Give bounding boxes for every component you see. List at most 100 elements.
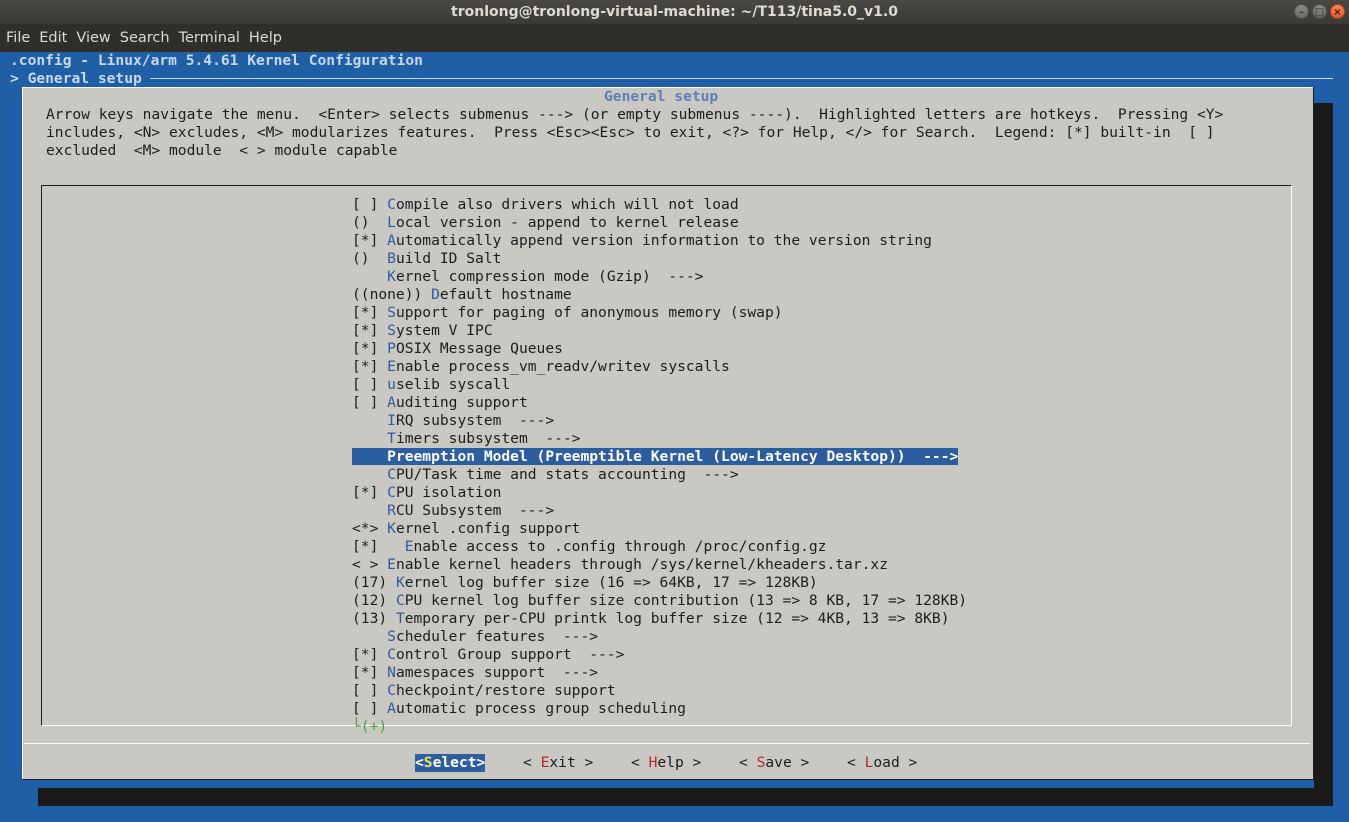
menu-item-label: ompile also drivers which will not load [395,196,739,213]
menu-item-label: ernel compression mode (Gzip) ---> [395,268,704,285]
select-button[interactable]: <Select> [415,754,486,772]
menu-item[interactable]: [*] POSIX Message Queues [352,340,563,358]
exit-button[interactable]: < Exit > [523,754,593,772]
menu-search[interactable]: Search [117,30,173,46]
menu-item-label: uditing support [395,394,528,411]
menu-item-text: Scheduler features ---> [387,628,598,645]
menu-item-text: Namespaces support ---> [387,664,598,681]
menu-item[interactable]: (12) CPU kernel log buffer size contribu… [352,592,967,610]
menu-item-text: System V IPC [387,322,492,339]
menu-terminal[interactable]: Terminal [176,30,243,46]
menu-item-hotkey: K [395,574,405,591]
menu-item-hotkey: T [395,610,405,627]
menu-item-label: selib syscall [395,376,511,393]
menu-item-label: ontrol Group support ---> [395,646,625,663]
menu-help[interactable]: Help [246,30,285,46]
menu-item-label: ocal version - append to kernel release [395,214,739,231]
menu-item[interactable]: Preemption Model (Preemptible Kernel (Lo… [352,448,959,466]
menu-item-hotkey: u [387,376,396,393]
menu-item-label: emporary per-CPU printk log buffer size … [404,610,950,627]
menu-item[interactable]: ((none)) Default hostname [352,286,572,304]
menu-item-label: reemption Model (Preemptible Kernel (Low… [395,448,959,465]
dialog-shadow-bottom [38,788,1333,806]
menu-item-hotkey: C [387,646,396,663]
more-items-indicator: └(+) [352,718,388,735]
menu-item[interactable]: (13) Temporary per-CPU printk log buffer… [352,610,949,628]
menu-item-label: uild ID Salt [395,250,502,267]
dialog-border-right [1313,87,1314,780]
save-button[interactable]: < Save > [739,754,809,772]
menu-item[interactable]: [*] CPU isolation [352,484,501,502]
help-line-1: Arrow keys navigate the menu. <Enter> se… [46,106,1224,123]
menu-item[interactable]: IRQ subsystem ---> [352,412,554,430]
menu-item-hotkey: D [431,286,440,303]
menu-item[interactable]: [*] Enable access to .config through /pr… [352,538,826,556]
menu-item[interactable]: [ ] Auditing support [352,394,528,412]
menu-item-highlight: Preemption Model (Preemptible Kernel (Lo… [387,448,959,465]
menu-item-text: Enable process_vm_readv/writev syscalls [387,358,730,375]
menu-item[interactable]: [*] Enable process_vm_readv/writev sysca… [352,358,730,376]
menu-item[interactable]: [ ] uselib syscall [352,376,510,394]
menu-item-text: Automatically append version information… [387,232,932,249]
menu-item-prefix: ((none)) [352,286,432,303]
menu-item[interactable]: Kernel compression mode (Gzip) ---> [352,268,703,286]
menu-item-prefix: [*] [352,646,388,663]
menu-item[interactable]: [*] Support for paging of anonymous memo… [352,304,783,322]
help-line-2: includes, <N> excludes, <M> modularizes … [46,124,1215,141]
menu-item-prefix: (12) [352,592,396,609]
menu-item-text: Enable kernel headers through /sys/kerne… [387,556,888,573]
window-title: tronlong@tronlong-virtual-machine: ~/T11… [451,4,898,20]
menu-item-hotkey: N [387,664,396,681]
menu-edit[interactable]: Edit [36,30,70,46]
menu-item-hotkey: S [387,322,396,339]
menu-item-label: nable access to .config through /proc/co… [413,538,827,555]
close-button[interactable]: × [1330,4,1345,19]
menu-item[interactable]: [*] System V IPC [352,322,493,340]
menu-item-text: Temporary per-CPU printk log buffer size… [396,610,950,627]
menu-item[interactable]: [*] Control Group support ---> [352,646,624,664]
select-button-hotkey: S [423,754,433,771]
menu-item-label: RQ subsystem ---> [395,412,555,429]
menu-item-text: POSIX Message Queues [387,340,563,357]
menu-item-text: CPU kernel log buffer size contribution … [396,592,967,609]
select-button-pre: < [415,754,424,771]
menu-item-label: ernel log buffer size (16 => 64KB, 17 =>… [404,574,818,591]
menu-item[interactable]: RCU Subsystem ---> [352,502,554,520]
menu-item[interactable]: Scheduler features ---> [352,628,598,646]
menu-item-prefix: [*] [352,664,388,681]
menu-file[interactable]: File [3,30,33,46]
menu-item-text: Kernel log buffer size (16 => 64KB, 17 =… [396,574,818,591]
menu-item[interactable]: [*] Automatically append version informa… [352,232,932,250]
menu-item-hotkey: R [387,502,396,519]
menu-item-hotkey: C [387,682,396,699]
help-button[interactable]: < Help > [631,754,701,772]
menu-item-text: Kernel compression mode (Gzip) ---> [387,268,703,285]
header-rule [150,78,1333,79]
menu-item-label: ernel .config support [395,520,581,537]
minimize-button[interactable]: – [1294,4,1309,19]
window-titlebar: tronlong@tronlong-virtual-machine: ~/T11… [0,0,1349,24]
menu-item[interactable]: () Local version - append to kernel rele… [352,214,739,232]
menu-item[interactable]: <*> Kernel .config support [352,520,580,538]
menu-item-prefix: [*] [352,358,388,375]
load-button[interactable]: < Load > [847,754,917,772]
menu-item-text: Automatic process group scheduling [387,700,686,717]
menu-item-prefix: [*] [352,484,388,501]
menu-view[interactable]: View [73,30,113,46]
menu-item-prefix: [*] [352,322,388,339]
menu-item[interactable]: (17) Kernel log buffer size (16 => 64KB,… [352,574,818,592]
menu-item[interactable]: [ ] Automatic process group scheduling [352,700,686,718]
maximize-button[interactable]: □ [1312,4,1327,19]
menu-item[interactable]: Timers subsystem ---> [352,430,580,448]
menu-item-hotkey: E [404,538,414,555]
menu-item-label: imers subsystem ---> [395,430,581,447]
menu-item[interactable]: () Build ID Salt [352,250,501,268]
menu-item[interactable]: [ ] Compile also drivers which will not … [352,196,739,214]
menu-item[interactable]: CPU/Task time and stats accounting ---> [352,466,738,484]
dialog-title: General setup [600,88,723,106]
menu-item-text: Local version - append to kernel release [387,214,738,231]
menu-item[interactable]: [ ] Checkpoint/restore support [352,682,616,700]
menu-item-hotkey: S [387,628,396,645]
menu-item[interactable]: < > Enable kernel headers through /sys/k… [352,556,888,574]
menu-item[interactable]: [*] Namespaces support ---> [352,664,598,682]
